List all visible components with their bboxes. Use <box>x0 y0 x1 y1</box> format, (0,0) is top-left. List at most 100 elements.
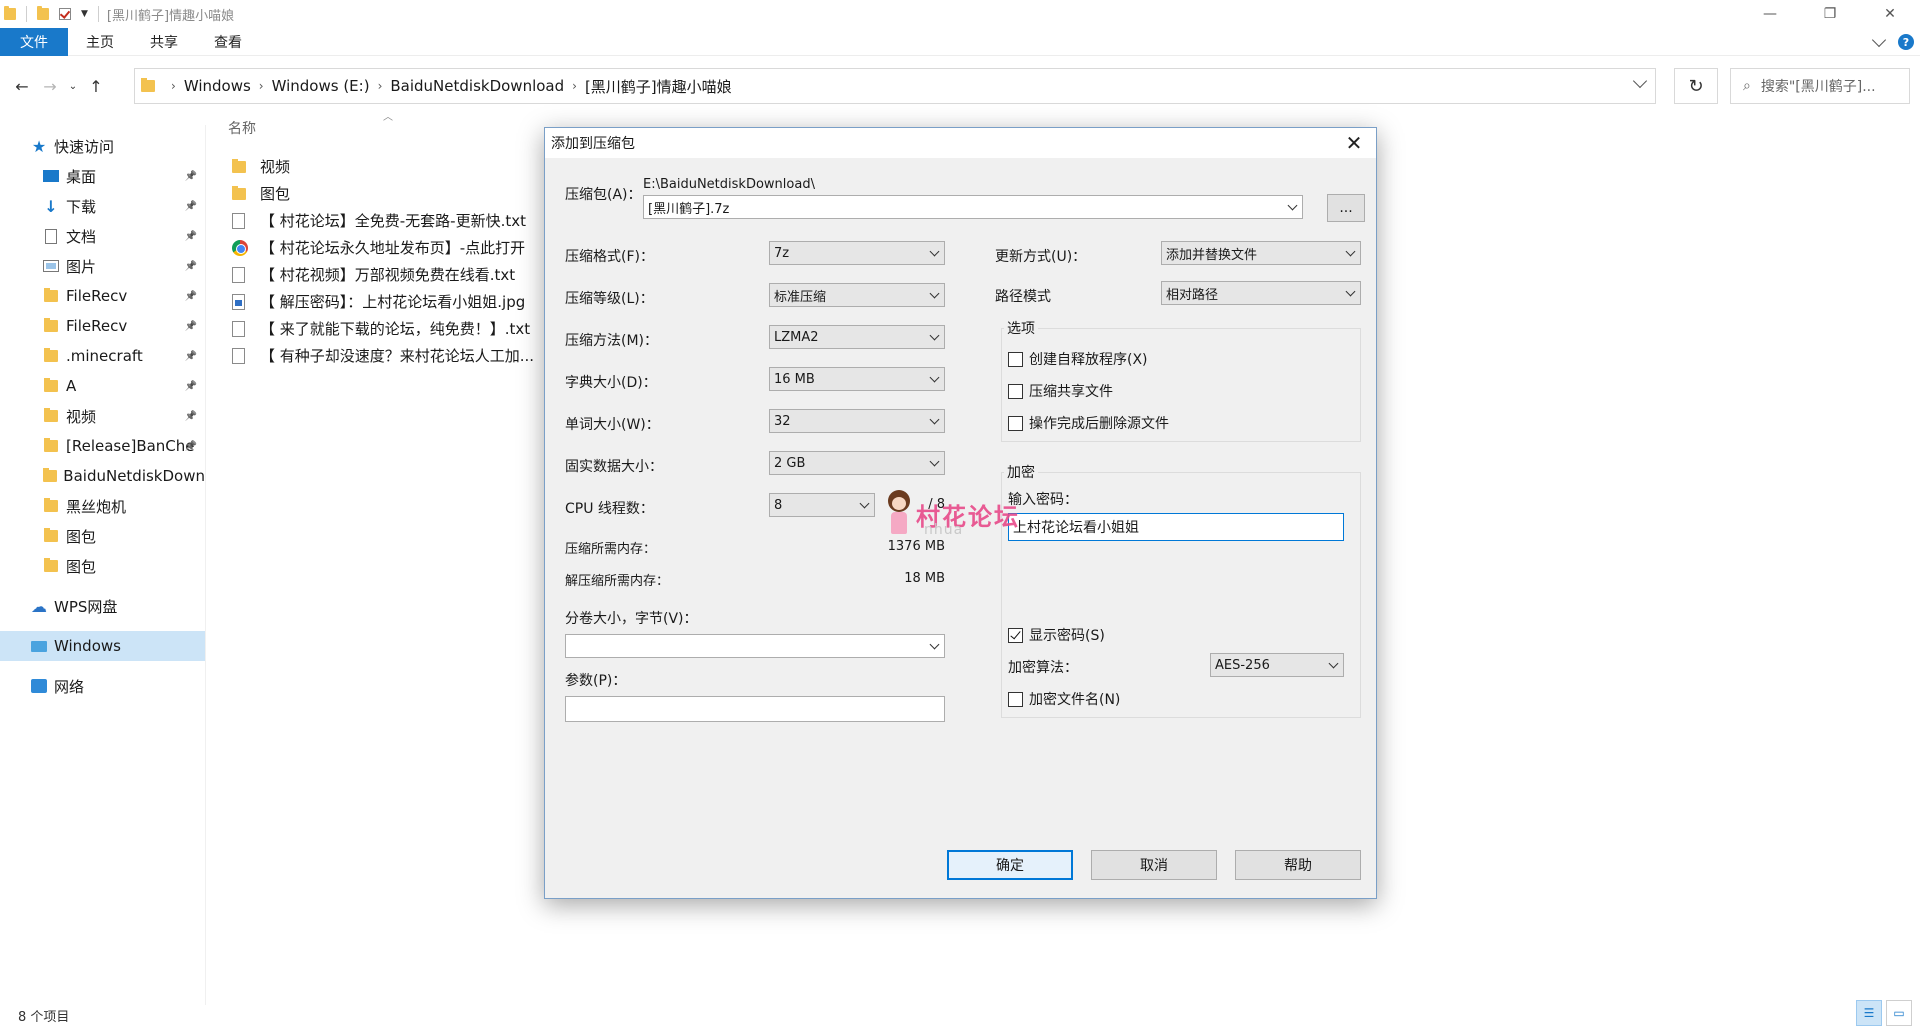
restore-button[interactable]: ❐ <box>1800 0 1860 28</box>
sidebar-item-5[interactable]: FileRecv 📌 <box>0 311 205 341</box>
file-row[interactable]: 【 村花论坛永久地址发布页】-点此打开 <box>232 234 534 261</box>
close-button[interactable]: ✕ <box>1860 0 1920 28</box>
refresh-button[interactable]: ↻ <box>1674 68 1718 104</box>
chevron-right-icon[interactable]: › <box>171 79 176 93</box>
sfx-checkbox[interactable]: 创建自释放程序(X) <box>1008 349 1148 369</box>
delete-after-checkbox[interactable]: 操作完成后删除源文件 <box>1008 413 1169 433</box>
new-folder-icon[interactable] <box>37 6 49 20</box>
search-input[interactable]: ⌕ 搜索"[黑川鹤子]... <box>1730 68 1910 104</box>
recent-locations-icon[interactable]: ⌄ <box>64 81 82 92</box>
sidebar-item-4[interactable]: FileRecv 📌 <box>0 281 205 311</box>
customize-toolbar-icon[interactable]: ▼ <box>81 9 88 19</box>
path-mode-select[interactable]: 相对路径 <box>1161 281 1361 305</box>
dialog-close-icon[interactable]: ✕ <box>1342 131 1366 155</box>
sidebar-item-7[interactable]: A 📌 <box>0 371 205 401</box>
tab-file[interactable]: 文件 <box>0 27 68 56</box>
pin-icon[interactable]: 📌 <box>185 231 197 242</box>
nav-windows[interactable]: Windows <box>0 631 205 661</box>
shared-files-checkbox[interactable]: 压缩共享文件 <box>1008 381 1113 401</box>
help-button[interactable]: 帮助 <box>1235 850 1361 880</box>
sidebar-item-12[interactable]: 图包 <box>0 521 205 551</box>
large-icons-view-icon[interactable]: ▭ <box>1886 1000 1912 1026</box>
sidebar-item-0[interactable]: 桌面 📌 <box>0 161 205 191</box>
dialog-title: 添加到压缩包 <box>545 128 1376 158</box>
password-input[interactable]: 上村花论坛看小姐姐 <box>1008 513 1344 541</box>
sidebar-item-13[interactable]: 图包 <box>0 551 205 581</box>
archive-name-combo[interactable]: [黑川鹤子].7z <box>643 195 1303 219</box>
file-row[interactable]: 图包 <box>232 180 534 207</box>
pin-icon[interactable]: 📌 <box>185 171 197 182</box>
sidebar-item-2[interactable]: 文档 📌 <box>0 221 205 251</box>
sidebar-item-9[interactable]: [Release]BanChe 📌 <box>0 431 205 461</box>
encrypt-names-checkbox[interactable]: 加密文件名(N) <box>1008 689 1120 709</box>
chevron-right-icon[interactable]: › <box>572 79 577 93</box>
pin-icon[interactable]: 📌 <box>185 351 197 362</box>
column-header-name[interactable]: 名称 <box>228 118 256 138</box>
pin-icon[interactable]: 📌 <box>185 291 197 302</box>
file-row[interactable]: 【 村花论坛】全免费-无套路-更新快.txt <box>232 207 534 234</box>
threads-select[interactable]: 8 <box>769 493 875 517</box>
update-mode-select[interactable]: 添加并替换文件 <box>1161 241 1361 265</box>
expand-ribbon-icon[interactable] <box>1871 32 1887 47</box>
properties-icon[interactable] <box>59 8 71 20</box>
level-select[interactable]: 标准压缩 <box>769 283 945 307</box>
details-view-icon[interactable]: ☰ <box>1856 1000 1882 1026</box>
chevron-right-icon[interactable]: › <box>259 79 264 93</box>
file-row[interactable]: 【 解压密码】：上村花论坛看小姐姐.jpg <box>232 288 534 315</box>
forward-arrow-icon[interactable]: → <box>36 77 64 96</box>
pin-icon[interactable]: 📌 <box>185 441 197 452</box>
dict-select[interactable]: 16 MB <box>769 367 945 391</box>
params-input[interactable] <box>565 696 945 722</box>
minimize-button[interactable]: — <box>1740 0 1800 28</box>
file-row[interactable]: 视频 <box>232 153 534 180</box>
pin-icon[interactable]: 📌 <box>185 321 197 332</box>
sidebar-item-6[interactable]: .minecraft 📌 <box>0 341 205 371</box>
pin-icon[interactable]: 📌 <box>185 201 197 212</box>
tab-share[interactable]: 共享 <box>132 28 196 56</box>
sidebar-item-1[interactable]: ↓ 下载 📌 <box>0 191 205 221</box>
quick-access-toolbar: ▼ <box>0 0 99 28</box>
file-row[interactable]: 【 来了就能下载的论坛，纯免费！】.txt <box>232 315 534 342</box>
nav-wps-drive[interactable]: ☁ WPS网盘 <box>0 591 205 621</box>
icon-wrap <box>42 498 60 512</box>
address-bar[interactable]: › Windows › Windows (E:) › BaiduNetdiskD… <box>134 68 1656 104</box>
nav-quick-access[interactable]: ★ 快速访问 <box>0 131 205 161</box>
word-select[interactable]: 32 <box>769 409 945 433</box>
help-icon[interactable]: ? <box>1898 34 1914 50</box>
format-select[interactable]: 7z <box>769 241 945 265</box>
file-row[interactable]: 【 有种子却没速度？来村花论坛人工加... <box>232 342 534 369</box>
nav-network[interactable]: 网络 <box>0 671 205 701</box>
breadcrumb-current[interactable]: [黑川鹤子]情趣小喵娘 <box>585 76 732 97</box>
cancel-button[interactable]: 取消 <box>1091 850 1217 880</box>
pin-icon[interactable]: 📌 <box>185 381 197 392</box>
breadcrumb-drive[interactable]: Windows (E:) <box>272 77 370 95</box>
enc-method-select[interactable]: AES-256 <box>1210 653 1344 677</box>
file-name: 【 有种子却没速度？来村花论坛人工加... <box>260 347 535 365</box>
sidebar-item-11[interactable]: 黑丝炮机 <box>0 491 205 521</box>
up-arrow-icon[interactable]: ↑ <box>82 77 110 96</box>
tab-view[interactable]: 查看 <box>196 28 260 56</box>
sidebar-item-8[interactable]: 视频 📌 <box>0 401 205 431</box>
breadcrumb-windows[interactable]: Windows <box>184 77 251 95</box>
solid-select[interactable]: 2 GB <box>769 451 945 475</box>
breadcrumb-baidu[interactable]: BaiduNetdiskDownload <box>390 77 564 95</box>
ok-button[interactable]: 确定 <box>947 850 1073 880</box>
show-password-checkbox[interactable]: 显示密码(S) <box>1008 625 1105 645</box>
separator <box>97 6 99 22</box>
file-row[interactable]: 【 村花视频】万部视频免费在线看.txt <box>232 261 534 288</box>
pin-icon[interactable]: 📌 <box>185 261 197 272</box>
chevron-right-icon[interactable]: › <box>378 79 383 93</box>
sidebar-item-10[interactable]: BaiduNetdiskDown <box>0 461 205 491</box>
sidebar-item-3[interactable]: 图片 📌 <box>0 251 205 281</box>
chevron-down-icon <box>1345 246 1356 257</box>
browse-button[interactable]: ... <box>1327 194 1365 222</box>
sidebar-item-label: 图片 <box>66 257 97 276</box>
back-arrow-icon[interactable]: ← <box>8 77 36 96</box>
text-file-icon <box>232 266 254 283</box>
tab-home[interactable]: 主页 <box>68 28 132 56</box>
pin-icon[interactable]: 📌 <box>185 411 197 422</box>
method-select[interactable]: LZMA2 <box>769 325 945 349</box>
address-history-icon[interactable] <box>1632 73 1648 89</box>
split-size-combo[interactable] <box>565 634 945 658</box>
mem-decomp-value: 18 MB <box>904 571 945 586</box>
